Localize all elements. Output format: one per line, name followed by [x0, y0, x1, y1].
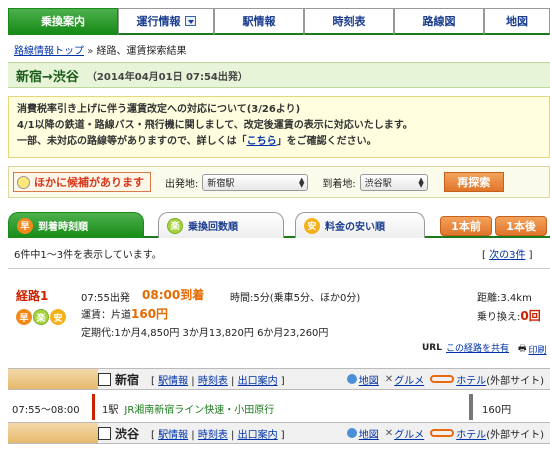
url-icon: URL	[422, 342, 442, 353]
map-link[interactable]: 地図	[359, 426, 379, 441]
exit-guide-link[interactable]: 出口案内	[238, 376, 278, 387]
external-site-note: (外部サイト)	[486, 375, 544, 387]
cheap-icon: 安	[50, 309, 66, 325]
result-count: 6件中1～3件を表示しています。	[14, 250, 162, 261]
dropdown-icon[interactable]	[184, 16, 196, 26]
notice-line-3: 一部、未対応の路線等がありますので、詳しくは「こちら」をご確認ください。	[17, 136, 377, 147]
print: 🖶 印刷	[518, 341, 547, 357]
line-name: JR湘南新宿ライン快速・小田原行	[124, 405, 275, 416]
route-name: 経路1	[16, 289, 49, 303]
exit-guide-link[interactable]: 出口案内	[238, 430, 278, 441]
tab-service-info[interactable]: 運行情報	[118, 8, 214, 35]
tab-sort-arrival[interactable]: 早 到着時刻順	[8, 212, 144, 238]
cheap-icon: 安	[304, 217, 320, 234]
from-select[interactable]: 新宿駅 ▲ ▼	[202, 173, 309, 191]
to-label: 到着地:	[322, 178, 356, 190]
hotel-link[interactable]: ホテル	[456, 426, 486, 441]
print-link[interactable]: 印刷	[529, 343, 547, 356]
easy-icon: 楽	[167, 217, 183, 234]
station-name: 渋谷	[115, 426, 140, 441]
tab-map[interactable]: 地図	[484, 8, 550, 35]
station-links: [ 駅情報 | 時刻表 | 出口案内 ]	[151, 375, 285, 387]
transfers: 乗り換え:0回	[477, 309, 541, 323]
station-info-link[interactable]: 駅情報	[158, 430, 188, 441]
station-info-link[interactable]: 駅情報	[158, 376, 188, 387]
station-checkbox[interactable]	[98, 372, 111, 386]
research-button[interactable]: 再探索	[443, 172, 504, 192]
globe-icon	[346, 374, 357, 384]
distance: 距離:3.4km	[477, 293, 532, 304]
notice-details-link[interactable]: こちら	[247, 136, 277, 147]
route-segment: 07:55～08:00 1駅 JR湘南新宿ライン快速・小田原行 160円	[8, 394, 550, 420]
to-select[interactable]: 渋谷駅 ▲ ▼	[359, 173, 428, 191]
fare-bar	[469, 394, 473, 420]
station-links: [ 駅情報 | 時刻表 | 出口案内 ]	[151, 429, 285, 441]
printer-icon: 🖶	[518, 344, 527, 354]
station-checkbox[interactable]	[98, 426, 111, 440]
travel-time: 時間:5分(乗車5分、ほか0分)	[230, 293, 361, 304]
next-results-link[interactable]: 次の3件	[489, 250, 525, 261]
segment-time: 07:55～08:00	[12, 405, 80, 416]
route-badges: 早 楽 安	[16, 309, 66, 325]
select-arrows-icon: ▲ ▼	[298, 175, 305, 189]
next-results: [ 次の3件 ]	[482, 250, 533, 261]
departure-time: 07:55出発	[81, 293, 130, 304]
globe-icon	[346, 428, 357, 438]
fast-icon: 早	[16, 309, 32, 325]
breadcrumb-current: 経路、運賃探索結果	[96, 46, 187, 57]
station-bar	[8, 369, 98, 389]
page-title: 新宿→渋谷	[16, 69, 79, 85]
tab-timetable[interactable]: 時刻表	[304, 8, 394, 35]
gourmet-link[interactable]: グルメ	[394, 426, 424, 441]
select-arrows-icon: ▲ ▼	[418, 175, 424, 189]
arrival-time: 08:00到着	[142, 288, 205, 302]
more-candidates-button[interactable]: ほかに候補があります	[13, 172, 151, 192]
station-bar	[8, 423, 98, 443]
lightbulb-icon	[17, 175, 30, 189]
page-title-bar: 新宿→渋谷 （2014年04月01日 07:54出発）	[8, 62, 550, 88]
gourmet-icon: ✕	[384, 427, 394, 439]
tab-route-map[interactable]: 路線図	[394, 8, 484, 35]
fast-icon: 早	[17, 217, 33, 234]
segment-line: 1駅 JR湘南新宿ライン快速・小田原行	[102, 405, 275, 416]
hotel-link[interactable]: ホテル	[456, 372, 486, 387]
map-link[interactable]: 地図	[359, 372, 379, 387]
station-row-departure: 新宿 [ 駅情報 | 時刻表 | 出口案内 ] 地図 ✕ グルメ ホテル (外部…	[8, 368, 550, 390]
gourmet-link[interactable]: グルメ	[394, 372, 424, 387]
notice-line-2: 4/1以降の鉄道・路線バス・飛行機に関しまして、改定後運賃の表示に対応いたします…	[17, 120, 413, 131]
next-train-button[interactable]: 1本後	[495, 216, 547, 236]
timetable-link[interactable]: 時刻表	[198, 430, 228, 441]
research-bar: ほかに候補があります 出発地: 新宿駅 ▲ ▼ 到着地: 渋谷駅 ▲ ▼ 再探索	[8, 166, 550, 198]
fare-value: 160円	[131, 307, 169, 321]
segment-fare: 160円	[482, 405, 512, 416]
tab-station-info[interactable]: 駅情報	[214, 8, 304, 35]
line-color-bar	[92, 394, 95, 420]
fare: 運賃：片道160円	[81, 307, 169, 321]
easy-icon: 楽	[33, 309, 49, 325]
prev-train-button[interactable]: 1本前	[440, 216, 492, 236]
station-row-arrival: 渋谷 [ 駅情報 | 時刻表 | 出口案内 ] 地図 ✕ グルメ ホテル (外部…	[8, 422, 550, 444]
gourmet-icon: ✕	[384, 373, 394, 385]
hotel-icon	[430, 429, 455, 437]
tab-transfer[interactable]: 乗換案内	[8, 8, 118, 35]
search-datetime: （2014年04月01日 07:54出発）	[86, 71, 248, 83]
breadcrumb-separator: »	[87, 46, 94, 57]
breadcrumb: 路線情報トップ » 経路、運賃探索結果	[14, 42, 187, 57]
external-site-note: (外部サイト)	[486, 429, 544, 441]
station-name: 新宿	[115, 372, 140, 387]
tab-sort-fare[interactable]: 安 料金の安い順	[295, 212, 425, 238]
from-label: 出発地:	[165, 178, 199, 190]
hotel-icon	[430, 375, 455, 383]
share-route-link[interactable]: この経路を共有	[446, 341, 509, 354]
notice-line-1: 消費税率引き上げに伴う運賃改定への対応について(3/26より)	[17, 104, 301, 115]
notice-box: 消費税率引き上げに伴う運賃改定への対応について(3/26より) 4/1以降の鉄道…	[8, 96, 550, 158]
timetable-link[interactable]: 時刻表	[198, 376, 228, 387]
share-route: URL この経路を共有	[422, 341, 509, 355]
breadcrumb-home-link[interactable]: 路線情報トップ	[14, 46, 84, 57]
top-nav: 乗換案内 運行情報 駅情報 時刻表 路線図 地図	[8, 8, 550, 35]
commuter-pass: 定期代:1か月4,850円 3か月13,820円 6か月23,260円	[81, 328, 329, 339]
route-card: 経路1 早 楽 安 07:55出発 08:00到着 時間:5分(乗車5分、ほか0…	[8, 268, 550, 358]
transfer-count: 0回	[520, 309, 541, 323]
tab-sort-transfers[interactable]: 楽 乗換回数順	[158, 212, 284, 238]
